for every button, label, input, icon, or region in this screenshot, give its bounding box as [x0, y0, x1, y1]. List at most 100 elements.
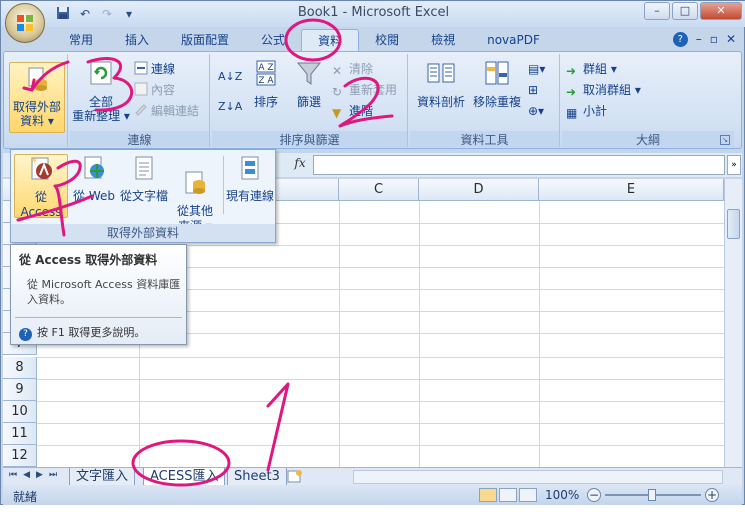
view-buttons	[479, 488, 537, 502]
row-header-8[interactable]: 8	[3, 357, 37, 379]
last-sheet-icon[interactable]: ⏭	[49, 470, 57, 480]
clear-filter-icon: ✕	[332, 64, 343, 78]
advanced-filter-button[interactable]: ▼ 進階	[332, 102, 373, 120]
consolidate-icon[interactable]: ⊞	[528, 81, 538, 99]
tab-home[interactable]: 常用	[53, 29, 109, 51]
from-text-button[interactable]: 從文字檔	[119, 154, 169, 204]
tooltip-body: 從 Microsoft Access 資料庫匯入資料。	[27, 278, 181, 306]
ribbon-restore-button[interactable]: ▫	[710, 32, 718, 47]
tab-formulas[interactable]: 公式	[245, 29, 301, 51]
expand-formula-button[interactable]: »	[727, 155, 741, 175]
sort-az-button[interactable]: A↓Z	[218, 68, 242, 86]
vertical-scroll-thumb[interactable]	[727, 209, 740, 239]
tab-data[interactable]: 資料	[301, 29, 360, 51]
row-header-11[interactable]: 11	[3, 423, 37, 445]
get-external-data-button[interactable]: 取得外部 資料 ▾	[9, 62, 65, 133]
sort-za-button[interactable]: Z↓A	[218, 98, 242, 116]
column-header-d[interactable]: D	[419, 179, 539, 201]
page-layout-view-button[interactable]	[499, 488, 517, 502]
status-ready: 就緒	[13, 490, 38, 504]
edit-links-button[interactable]: 編輯連結	[134, 102, 199, 120]
column-header-c[interactable]: C	[339, 179, 419, 201]
outline-dialog-launcher-icon[interactable]: ↘	[720, 135, 730, 145]
reapply-icon: ↻	[332, 85, 343, 99]
properties-button[interactable]: 內容	[134, 81, 175, 99]
refresh-icon	[90, 61, 112, 85]
refresh-all-label-2: 重新整理 ▾	[72, 109, 130, 123]
gallery-separator	[223, 156, 224, 214]
ribbon: 取得外部 資料 ▾ 全部 重新整理 ▾ 連線 內容 編輯連結 連線 A↓Z Z↓…	[3, 51, 742, 149]
normal-view-button[interactable]	[479, 488, 497, 502]
sheet-tab-access-import[interactable]: ACESS匯入	[143, 468, 226, 486]
grid-line	[339, 201, 340, 467]
tab-insert[interactable]: 插入	[109, 29, 165, 51]
tab-page-layout[interactable]: 版面配置	[165, 29, 245, 51]
remove-duplicates-icon	[485, 61, 509, 85]
tab-view[interactable]: 檢視	[415, 29, 471, 51]
clear-filter-label: 清除	[349, 62, 374, 76]
insert-sheet-icon[interactable]	[286, 469, 304, 484]
connections-button[interactable]: 連線	[134, 60, 175, 78]
column-header-e[interactable]: E	[539, 179, 724, 201]
sheet-navigation: ⏮ ◀ ▶ ⏭	[9, 470, 57, 480]
grid-line	[419, 201, 420, 467]
next-sheet-icon[interactable]: ▶	[36, 470, 43, 480]
zoom-out-icon[interactable]: −	[587, 488, 601, 502]
close-button[interactable]: ✕	[700, 2, 742, 20]
row-header-9[interactable]: 9	[3, 379, 37, 401]
prev-sheet-icon[interactable]: ◀	[23, 470, 30, 480]
maximize-button[interactable]: □	[672, 2, 698, 20]
group-outline: ➜ 群組 ▾ ➜ 取消群組 ▾ ▦ 小計 大綱 ↘	[562, 54, 734, 147]
text-to-columns-label: 資料剖析	[416, 95, 465, 109]
filter-button[interactable]: 篩選	[290, 58, 328, 109]
existing-connections-button[interactable]: 現有連線	[225, 154, 275, 204]
from-access-button[interactable]: ✳ 從 Access	[14, 154, 68, 219]
filter-funnel-icon	[296, 62, 322, 85]
tab-novapdf[interactable]: novaPDF	[471, 29, 556, 51]
reapply-button[interactable]: ↻ 重新套用	[332, 81, 397, 99]
web-globe-icon	[84, 156, 104, 179]
sort-button[interactable]: A Z Z A 排序	[246, 58, 286, 109]
svg-text:✳: ✳	[31, 156, 38, 165]
tab-review[interactable]: 校閱	[359, 29, 415, 51]
vertical-scrollbar[interactable]	[724, 179, 742, 467]
insert-function-button[interactable]: fx	[289, 156, 311, 174]
first-sheet-icon[interactable]: ⏮	[9, 470, 17, 480]
ribbon-close-button[interactable]: ✕	[726, 32, 736, 47]
tooltip-title: 從 Access 取得外部資料	[19, 253, 158, 267]
horizontal-scrollbar[interactable]	[353, 470, 723, 484]
properties-icon	[134, 82, 148, 96]
ribbon-minimize-button[interactable]: –	[696, 32, 702, 47]
help-icon[interactable]: ?	[672, 32, 688, 47]
page-break-view-button[interactable]	[519, 488, 537, 502]
zoom-slider-thumb[interactable]	[648, 489, 656, 501]
ribbon-tabs: 常用 插入 版面配置 公式 資料 校閱 檢視 novaPDF	[53, 29, 556, 51]
office-button[interactable]	[5, 3, 45, 43]
refresh-all-button[interactable]: 全部 重新整理 ▾	[72, 58, 130, 123]
group-button[interactable]: ➜ 群組 ▾	[566, 60, 617, 78]
connections-icon	[134, 61, 148, 75]
sheet-tab-sheet3[interactable]: Sheet3	[227, 468, 287, 486]
what-if-icon[interactable]: ⊕▾	[528, 102, 544, 120]
clear-filter-button[interactable]: ✕ 清除	[332, 60, 373, 78]
sheet-tab-text-import[interactable]: 文字匯入	[69, 468, 136, 486]
data-validation-icon[interactable]: ▤▾	[528, 60, 545, 78]
ungroup-button[interactable]: ➜ 取消群組 ▾	[566, 81, 641, 99]
existing-connections-icon	[241, 156, 259, 180]
row-header-12[interactable]: 12	[3, 445, 37, 467]
minimize-button[interactable]: –	[644, 2, 670, 20]
from-web-button[interactable]: 從 Web	[71, 154, 117, 204]
remove-duplicates-button[interactable]: 移除重複	[470, 58, 524, 109]
remove-duplicates-label: 移除重複	[472, 95, 521, 109]
zoom-level[interactable]: 100%	[545, 488, 579, 502]
properties-label: 內容	[151, 83, 176, 97]
edit-links-icon	[135, 104, 147, 116]
advanced-filter-label: 進階	[349, 104, 374, 118]
zoom-in-icon[interactable]: +	[705, 488, 719, 502]
connections-group-label: 連線	[70, 131, 209, 147]
text-to-columns-button[interactable]: 資料剖析	[414, 58, 468, 109]
row-header-10[interactable]: 10	[3, 401, 37, 423]
sort-icon: A Z Z A	[256, 60, 276, 86]
formula-input[interactable]	[313, 155, 725, 175]
subtotal-button[interactable]: ▦ 小計	[566, 102, 607, 120]
